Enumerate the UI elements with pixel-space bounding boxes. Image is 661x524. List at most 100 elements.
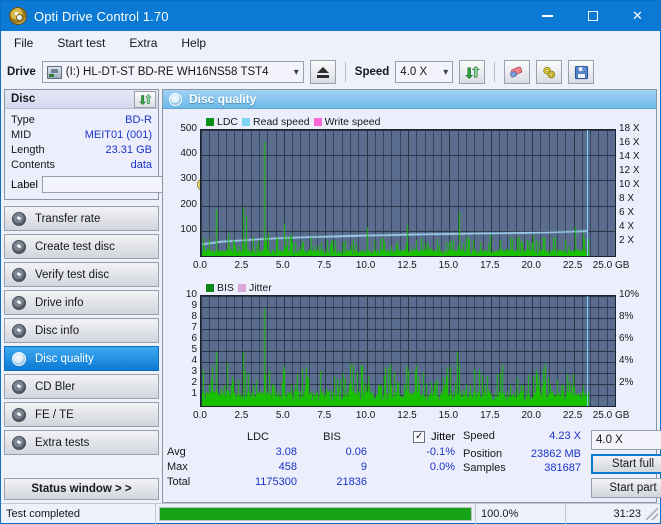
- disc-contents-label: Contents: [11, 158, 56, 171]
- y2-axis-tick-label: 2%: [619, 376, 634, 388]
- y2-axis-tick-label: 12 X: [619, 165, 640, 176]
- x-axis-tick-label: 2.5: [234, 260, 249, 271]
- legend-label: Write speed: [324, 116, 381, 128]
- results-buttons: 4.0 X ▾ Start full Start part: [591, 429, 661, 498]
- minimize-button[interactable]: [525, 1, 570, 31]
- erase-button[interactable]: [504, 60, 531, 84]
- disc-length-value: 23.31 GB: [105, 143, 152, 156]
- resize-grip-icon[interactable]: [646, 507, 658, 520]
- eject-button[interactable]: [309, 60, 336, 84]
- main-panel-header: Disc quality: [163, 90, 656, 109]
- minimize-icon: [542, 15, 553, 17]
- x-axis-tick-label: 20.0: [521, 409, 541, 421]
- disc-panel-header: Disc: [5, 90, 158, 109]
- disc-row-mid: MID MEIT01 (001): [11, 127, 152, 142]
- legend-swatch: [206, 118, 214, 126]
- speed-select[interactable]: 4.0 X ▾: [395, 61, 454, 83]
- maximize-button[interactable]: [570, 1, 615, 31]
- menu-start-test[interactable]: Start test: [54, 34, 108, 52]
- plot-area: [200, 294, 616, 407]
- status-text: Test completed: [1, 503, 156, 524]
- refresh-button[interactable]: [459, 60, 486, 84]
- legend-item: Jitter: [237, 282, 272, 294]
- sidebar-item-label: Transfer rate: [35, 212, 101, 225]
- sidebar-item-label: Disc info: [35, 324, 80, 337]
- x-axis-tick-label: 10.0: [355, 409, 376, 421]
- chart-legend: BIS Jitter: [206, 282, 272, 294]
- refresh-icon: [465, 65, 480, 79]
- results-area: Speed 4.23 X Position 23862 MB Samples 3…: [463, 429, 661, 498]
- sidebar-item-cd-bler[interactable]: CD Bler: [4, 374, 159, 399]
- disc-label-row: Label: [11, 175, 211, 194]
- sidebar-item-extra-tests[interactable]: Extra tests: [4, 430, 159, 455]
- stats-max-bis: 9: [360, 460, 367, 473]
- disc-icon: [12, 379, 26, 394]
- status-window-button[interactable]: Status window > >: [4, 478, 159, 500]
- gridline: [615, 130, 616, 256]
- start-full-button[interactable]: Start full: [591, 454, 661, 474]
- menu-file[interactable]: File: [11, 34, 36, 52]
- result-position-label: Position: [463, 448, 503, 460]
- sidebar-item-drive-info[interactable]: Drive info: [4, 290, 159, 315]
- start-part-button[interactable]: Start part: [591, 478, 661, 498]
- x-axis-tick-label: 17.5: [480, 260, 500, 271]
- eraser-icon: [510, 66, 523, 78]
- speed-select-value: 4.0 X: [400, 66, 428, 78]
- legend-swatch: [242, 118, 251, 126]
- app-window: Opti Drive Control 1.70 ✕ File Start tes…: [0, 0, 661, 524]
- drive-icon: [46, 65, 62, 79]
- y-axis-tick-label: 8: [191, 310, 197, 322]
- stats-area: LDC BIS ✓ Jitter Avg 3.08 0.06 -0.1% Max…: [163, 425, 661, 502]
- result-position-value: 23862 MB: [530, 448, 581, 460]
- settings-button[interactable]: [536, 60, 563, 84]
- result-speed-value: 4.23 X: [549, 430, 581, 442]
- disc-refresh-button[interactable]: [134, 90, 156, 108]
- sidebar-item-disc-quality[interactable]: Disc quality: [4, 346, 159, 371]
- y2-axis-tick-label: 14 X: [619, 151, 640, 162]
- table-row: Avg 3.08 0.06 -0.1%: [167, 444, 459, 459]
- sidebar-item-transfer-rate[interactable]: Transfer rate: [4, 206, 159, 231]
- disc-icon: [12, 351, 26, 366]
- x-axis-tick-label: 5.0: [275, 260, 290, 271]
- sidebar-item-fe-te[interactable]: FE / TE: [4, 402, 159, 427]
- legend-swatch: [313, 118, 322, 126]
- y2-axis-tick-label: 4 X: [619, 221, 635, 232]
- legend-item: Write speed: [313, 116, 381, 128]
- stats-avg-jitter: -0.1%: [426, 445, 455, 458]
- jitter-checkbox[interactable]: ✓: [413, 430, 426, 443]
- stats-col-bis: BIS: [323, 430, 341, 443]
- y2-axis-tick-label: 6%: [619, 332, 634, 344]
- legend-label: LDC: [217, 116, 239, 128]
- x-axis-tick-label: 7.5: [317, 260, 332, 271]
- save-button[interactable]: [568, 60, 595, 84]
- x-axis-tick-label: 25.0 GB: [592, 260, 630, 271]
- y-axis-tick-label: 6: [191, 332, 197, 344]
- drive-select[interactable]: (I:) HL-DT-ST BD-RE WH16NS58 TST4 ▾: [41, 61, 304, 83]
- disc-icon: [12, 239, 26, 254]
- sidebar-item-verify-test-disc[interactable]: Verify test disc: [4, 262, 159, 287]
- sidebar-item-disc-info[interactable]: Disc info: [4, 318, 159, 343]
- result-speed-select[interactable]: 4.0 X ▾: [591, 430, 661, 450]
- sidebar-item-create-test-disc[interactable]: Create test disc: [4, 234, 159, 259]
- y2-axis-tick-label: 10%: [619, 288, 640, 300]
- legend-item: Read speed: [242, 116, 310, 128]
- app-disc-icon: [9, 7, 27, 25]
- drive-select-value: (I:) HL-DT-ST BD-RE WH16NS58 TST4: [65, 66, 269, 78]
- menu-extra[interactable]: Extra: [126, 34, 160, 52]
- disc-icon: [12, 323, 26, 338]
- gridline: [615, 296, 616, 406]
- result-speed-label: Speed: [463, 430, 495, 442]
- close-button[interactable]: ✕: [615, 1, 660, 31]
- main-panel: Disc quality LDC Read speed Write speed 100…: [162, 89, 661, 503]
- menu-help[interactable]: Help: [178, 34, 209, 52]
- chart-disc-quality-ldc[interactable]: LDC Read speed Write speed 100 200 300 400 500 2…: [163, 109, 656, 275]
- chart-disc-quality-bis[interactable]: BIS Jitter 1 2 3 4 5 6 7 8 9 10 2% 4% 6% 8% 10% 0.0 2.5 5.0…: [163, 275, 656, 425]
- y2-axis-tick-label: 18 X: [619, 123, 640, 134]
- sidebar-item-label: Create test disc: [35, 240, 115, 253]
- stats-total-bis: 21836: [336, 475, 367, 488]
- y-axis-tick-label: 200: [180, 198, 197, 210]
- sidebar-item-label: Disc quality: [35, 352, 94, 365]
- progress-bar: [159, 506, 472, 521]
- disc-icon: [12, 267, 26, 282]
